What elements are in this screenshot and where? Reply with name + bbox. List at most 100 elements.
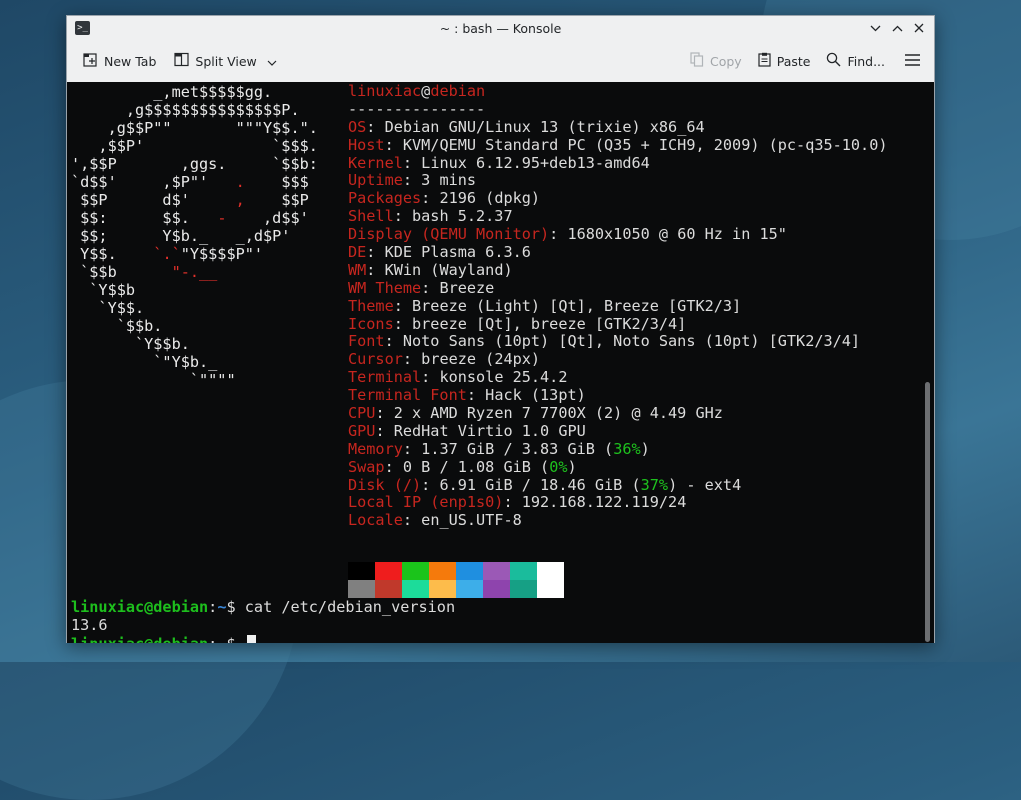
- info-row: DE: KDE Plasma 6.3.6: [348, 243, 531, 262]
- info-separator: ---------------: [348, 99, 486, 118]
- paste-label: Paste: [776, 53, 811, 69]
- prompt-colon: :: [208, 598, 218, 616]
- info-row: WM Theme: Breeze: [348, 278, 495, 297]
- terminal-app-icon[interactable]: >_: [75, 21, 90, 35]
- logo-line: `$$b "-.__: [71, 263, 218, 281]
- title-bar[interactable]: >_ ~ : bash — Konsole: [67, 16, 934, 40]
- logo-line: ,g$$$$$$$$$$$$$$$P.: [71, 101, 300, 119]
- logo-line: `"Y$b._: [71, 353, 218, 371]
- info-row: Packages: 2196 (dpkg): [348, 189, 541, 208]
- info-key: Locale: [348, 511, 403, 530]
- active-prompt[interactable]: linuxiac@debian:~$: [71, 634, 455, 643]
- shell-session: linuxiac@debian:~$ cat /etc/debian_versi…: [71, 598, 456, 643]
- chevron-down-icon[interactable]: [866, 18, 884, 38]
- find-button[interactable]: Find...: [820, 46, 891, 76]
- info-value: konsole 25.4.2: [439, 368, 568, 387]
- prompt-colon: :: [208, 635, 217, 643]
- split-view-button[interactable]: Split View: [168, 46, 282, 76]
- color-palette: [348, 562, 564, 598]
- paste-icon: [758, 52, 771, 70]
- info-value: 1.37 GiB / 3.83 GiB (: [421, 439, 614, 458]
- info-value: 2 x AMD Ryzen 7 7700X (2) @ 4.49 GHz: [393, 404, 723, 423]
- info-key: Terminal: [348, 368, 422, 387]
- info-tail: ): [567, 457, 577, 476]
- palette-row-bright: [348, 580, 564, 598]
- info-row: Memory: 1.37 GiB / 3.83 GiB (36%): [348, 439, 650, 458]
- info-row: CPU: 2 x AMD Ryzen 7 7700X (2) @ 4.49 GH…: [348, 404, 723, 423]
- info-row: Terminal: konsole 25.4.2: [348, 368, 568, 387]
- command-output: 13.6: [71, 615, 108, 634]
- info-value: bash 5.2.37: [412, 207, 513, 226]
- info-key: Local IP (enp1s0): [348, 493, 504, 512]
- palette-swatch: [429, 562, 456, 580]
- palette-swatch: [348, 580, 375, 598]
- info-key: Packages: [348, 189, 422, 208]
- logo-line: $$; Y$b._ _,d$P': [71, 227, 291, 245]
- info-key: Kernel: [348, 153, 403, 172]
- info-tail: ): [640, 439, 650, 458]
- logo-line: $$: $$. - ,d$$': [71, 209, 309, 227]
- info-at: @: [421, 82, 431, 100]
- window-controls: [866, 18, 928, 38]
- system-info-panel: linuxiac@debian --------------- OS: Debi…: [348, 82, 888, 530]
- info-value: Breeze: [439, 278, 495, 297]
- info-value: 0 B / 1.08 GiB (: [402, 457, 550, 476]
- konsole-window: >_ ~ : bash — Konsole New Tab Split View…: [66, 15, 935, 643]
- info-percent: 0%: [549, 457, 568, 476]
- palette-swatch: [537, 580, 564, 598]
- chevron-down-icon[interactable]: [267, 54, 277, 69]
- logo-line: `Y$$b: [71, 281, 136, 299]
- logo-line: `Y$$.: [71, 299, 145, 317]
- info-header: linuxiac@debian: [348, 82, 888, 101]
- info-row: OS: Debian GNU/Linux 13 (trixie) x86_64: [348, 117, 705, 136]
- logo-line: `d$$' ,$P"' . $$$: [71, 173, 309, 191]
- info-value: breeze [Qt], breeze [GTK2/3/4]: [412, 314, 687, 333]
- palette-swatch: [483, 562, 510, 580]
- info-value: breeze (24px): [421, 350, 541, 369]
- prompt-dollar: $: [226, 598, 236, 616]
- info-value: 1680x1050 @ 60 Hz in 15": [567, 225, 787, 244]
- copy-label: Copy: [710, 53, 742, 69]
- info-key: OS: [348, 117, 367, 136]
- info-row: Kernel: Linux 6.12.95+deb13-amd64: [348, 153, 650, 172]
- info-key: Uptime: [348, 171, 403, 190]
- maximize-icon[interactable]: [888, 18, 906, 38]
- info-row: WM: KWin (Wayland): [348, 260, 513, 279]
- info-row: Local IP (enp1s0): 192.168.122.119/24: [348, 493, 687, 512]
- command-text: cat /etc/debian_version: [244, 598, 456, 616]
- terminal-view[interactable]: _,met$$$$$gg. ,g$$$$$$$$$$$$$$$P. ,g$$P"…: [67, 82, 934, 643]
- new-tab-button[interactable]: New Tab: [77, 46, 162, 76]
- hamburger-menu-button[interactable]: [899, 46, 926, 76]
- info-key: Host: [348, 135, 385, 154]
- info-row: Host: KVM/QEMU Standard PC (Q35 + ICH9, …: [348, 135, 888, 154]
- palette-swatch: [510, 580, 537, 598]
- info-value: Noto Sans (10pt) [Qt], Noto Sans (10pt) …: [402, 332, 861, 351]
- info-host: debian: [430, 82, 486, 100]
- info-row: Swap: 0 B / 1.08 GiB (0%): [348, 457, 577, 476]
- palette-swatch: [402, 562, 429, 580]
- info-value: KVM/QEMU Standard PC (Q35 + ICH9, 2009) …: [402, 135, 888, 154]
- info-value: 6.91 GiB / 18.46 GiB (: [439, 475, 641, 494]
- info-value: 3 mins: [421, 171, 477, 190]
- logo-line: _,met$$$$$gg.: [71, 83, 273, 101]
- info-key: Theme: [348, 296, 394, 315]
- prompt-user-host: linuxiac@debian: [71, 635, 208, 643]
- info-row: Uptime: 3 mins: [348, 171, 477, 190]
- close-icon[interactable]: [910, 18, 928, 38]
- info-row: Font: Noto Sans (10pt) [Qt], Noto Sans (…: [348, 332, 861, 351]
- search-icon: [826, 52, 841, 70]
- new-tab-label: New Tab: [104, 53, 157, 69]
- text-cursor: [246, 634, 256, 643]
- scrollbar-thumb[interactable]: [925, 382, 930, 642]
- info-key: Swap: [348, 457, 385, 476]
- logo-line: ,$$P' `$$$.: [71, 137, 318, 155]
- prompt-dollar: $: [226, 635, 235, 643]
- new-tab-icon: [83, 52, 98, 70]
- paste-button[interactable]: Paste: [752, 46, 817, 76]
- info-row: GPU: RedHat Virtio 1.0 GPU: [348, 421, 586, 440]
- copy-button[interactable]: Copy: [684, 46, 748, 76]
- info-value: Breeze (Light) [Qt], Breeze [GTK2/3]: [412, 296, 742, 315]
- palette-swatch: [510, 562, 537, 580]
- info-value: 2196 (dpkg): [439, 189, 541, 208]
- palette-swatch: [348, 562, 375, 580]
